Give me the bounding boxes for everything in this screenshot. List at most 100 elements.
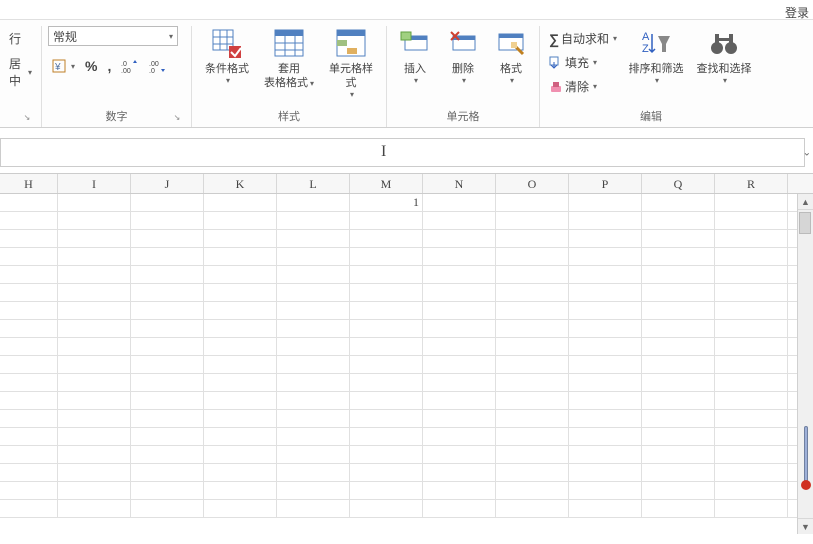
cell[interactable]	[569, 284, 642, 301]
cell[interactable]	[496, 266, 569, 283]
cell[interactable]	[204, 230, 277, 247]
cell[interactable]	[496, 194, 569, 211]
cell[interactable]	[0, 428, 58, 445]
cell[interactable]	[0, 284, 58, 301]
cell[interactable]	[496, 356, 569, 373]
scroll-up-icon[interactable]: ▲	[798, 194, 813, 210]
cell[interactable]	[496, 500, 569, 517]
cell[interactable]	[131, 230, 204, 247]
cell[interactable]	[0, 374, 58, 391]
cell[interactable]	[204, 302, 277, 319]
format-button[interactable]: 格式 ▾	[489, 26, 533, 87]
cell[interactable]	[642, 428, 715, 445]
autosum-button[interactable]: ∑ 自动求和 ▾	[546, 28, 620, 49]
cell[interactable]	[423, 500, 496, 517]
cell[interactable]	[58, 230, 131, 247]
cell[interactable]	[131, 482, 204, 499]
cell[interactable]	[496, 482, 569, 499]
cell[interactable]	[569, 230, 642, 247]
cell[interactable]	[496, 392, 569, 409]
cell[interactable]	[0, 266, 58, 283]
cell[interactable]	[58, 428, 131, 445]
column-header[interactable]: K	[204, 174, 277, 193]
cell[interactable]	[204, 356, 277, 373]
cell[interactable]	[642, 338, 715, 355]
cell[interactable]	[131, 500, 204, 517]
cell[interactable]	[131, 392, 204, 409]
cell[interactable]	[642, 410, 715, 427]
cell[interactable]	[423, 410, 496, 427]
cell[interactable]	[131, 284, 204, 301]
accounting-format-button[interactable]: ¥ ▾	[48, 56, 78, 76]
cell[interactable]	[642, 392, 715, 409]
cell[interactable]	[569, 302, 642, 319]
fill-button[interactable]: 填充 ▾	[546, 52, 620, 73]
cell[interactable]	[204, 338, 277, 355]
cell[interactable]	[423, 338, 496, 355]
decrease-decimal-button[interactable]: .00.0	[146, 57, 170, 75]
cell[interactable]	[569, 482, 642, 499]
cell[interactable]	[131, 338, 204, 355]
cell[interactable]	[642, 302, 715, 319]
cell[interactable]	[642, 230, 715, 247]
cell[interactable]	[58, 248, 131, 265]
cell[interactable]	[0, 212, 58, 229]
cell[interactable]	[131, 446, 204, 463]
cell[interactable]	[423, 482, 496, 499]
cell[interactable]	[569, 320, 642, 337]
cell[interactable]	[58, 356, 131, 373]
cell[interactable]	[58, 410, 131, 427]
cell[interactable]	[569, 392, 642, 409]
cell[interactable]	[496, 230, 569, 247]
cell[interactable]	[277, 194, 350, 211]
cell[interactable]	[277, 302, 350, 319]
cell[interactable]	[0, 392, 58, 409]
cell[interactable]	[423, 356, 496, 373]
cell[interactable]	[0, 356, 58, 373]
cell[interactable]	[58, 266, 131, 283]
dialog-launcher-icon[interactable]: ↘	[21, 112, 33, 124]
cell[interactable]	[58, 464, 131, 481]
cell[interactable]	[58, 212, 131, 229]
cell[interactable]	[569, 212, 642, 229]
cell[interactable]	[569, 374, 642, 391]
cell[interactable]	[131, 302, 204, 319]
cell[interactable]	[350, 464, 423, 481]
cell[interactable]	[569, 338, 642, 355]
cell[interactable]	[277, 212, 350, 229]
cell[interactable]	[131, 374, 204, 391]
cell[interactable]	[715, 266, 788, 283]
cell[interactable]	[569, 500, 642, 517]
cell[interactable]	[715, 500, 788, 517]
cell[interactable]	[569, 266, 642, 283]
cell[interactable]	[204, 194, 277, 211]
wrap-text-button[interactable]: 行	[6, 28, 24, 49]
cell[interactable]	[350, 392, 423, 409]
cell[interactable]	[0, 500, 58, 517]
dialog-launcher-icon[interactable]: ↘	[171, 112, 183, 124]
cell[interactable]	[496, 284, 569, 301]
cell[interactable]	[204, 428, 277, 445]
cell[interactable]	[131, 266, 204, 283]
cell[interactable]	[569, 446, 642, 463]
cell[interactable]	[642, 374, 715, 391]
cell[interactable]	[715, 464, 788, 481]
cell[interactable]	[715, 230, 788, 247]
cell[interactable]	[496, 410, 569, 427]
spreadsheet-grid[interactable]: 1	[0, 194, 797, 534]
cell[interactable]	[0, 194, 58, 211]
cell[interactable]	[423, 374, 496, 391]
cell[interactable]	[642, 212, 715, 229]
cell[interactable]	[350, 212, 423, 229]
scroll-down-icon[interactable]: ▼	[798, 518, 813, 534]
cell[interactable]	[350, 338, 423, 355]
comma-style-button[interactable]: ,	[104, 56, 114, 76]
cell[interactable]	[715, 320, 788, 337]
scroll-thumb[interactable]	[799, 212, 811, 234]
cell[interactable]	[715, 410, 788, 427]
cell[interactable]	[58, 302, 131, 319]
number-format-select[interactable]: 常规 ▾	[48, 26, 178, 46]
cell[interactable]	[496, 248, 569, 265]
cell[interactable]	[423, 320, 496, 337]
cell[interactable]	[715, 446, 788, 463]
